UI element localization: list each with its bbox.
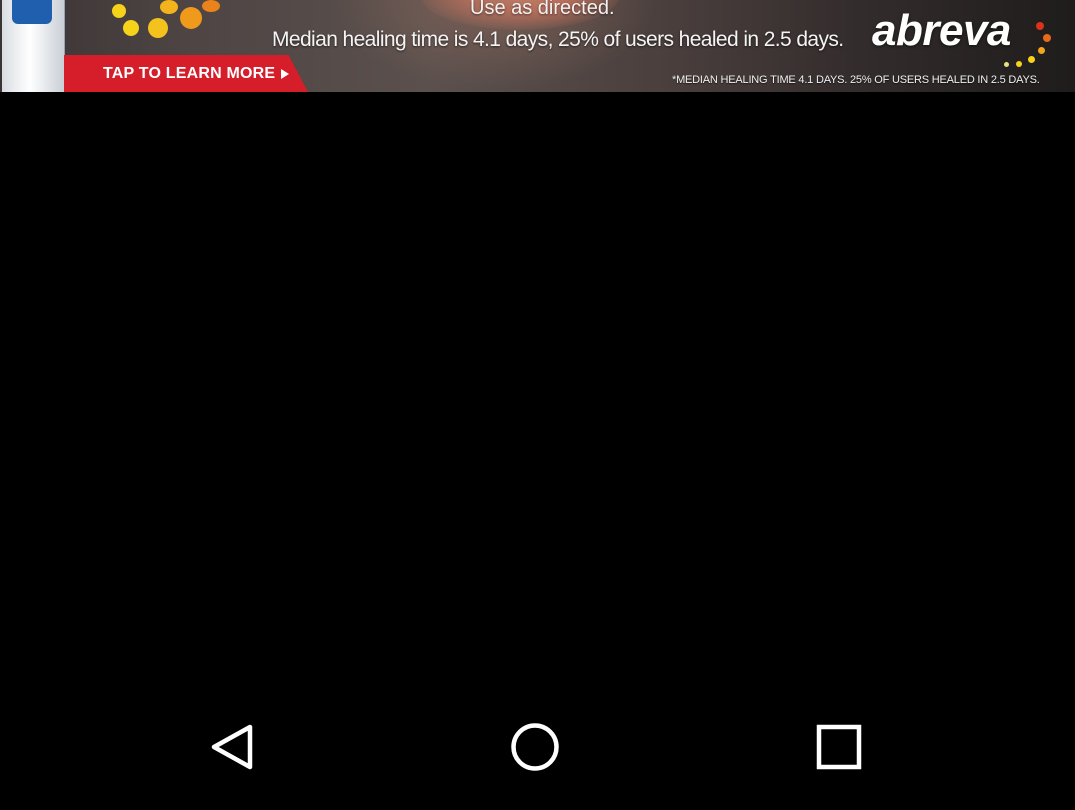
ad-footnote: *MEDIAN HEALING TIME 4.1 DAYS. 25% OF US… bbox=[672, 74, 1040, 86]
recents-square-icon bbox=[816, 724, 862, 770]
ad-product-image bbox=[2, 0, 65, 92]
ad-claim: Median healing time is 4.1 days, 25% of … bbox=[272, 28, 844, 51]
product-logo bbox=[12, 0, 52, 24]
ad-cta-button[interactable]: TAP TO LEARN MORE bbox=[103, 65, 275, 83]
ad-banner[interactable]: Use as directed. Median healing time is … bbox=[0, 0, 1075, 92]
ad-brand-logo: abreva bbox=[872, 6, 1011, 55]
recents-button[interactable] bbox=[814, 722, 864, 772]
back-button[interactable] bbox=[208, 722, 258, 772]
home-button[interactable] bbox=[510, 722, 560, 772]
home-circle-icon bbox=[511, 723, 559, 771]
ad-headline: Use as directed. bbox=[470, 0, 615, 19]
play-arrow-icon bbox=[281, 69, 289, 79]
back-triangle-icon bbox=[211, 724, 253, 770]
